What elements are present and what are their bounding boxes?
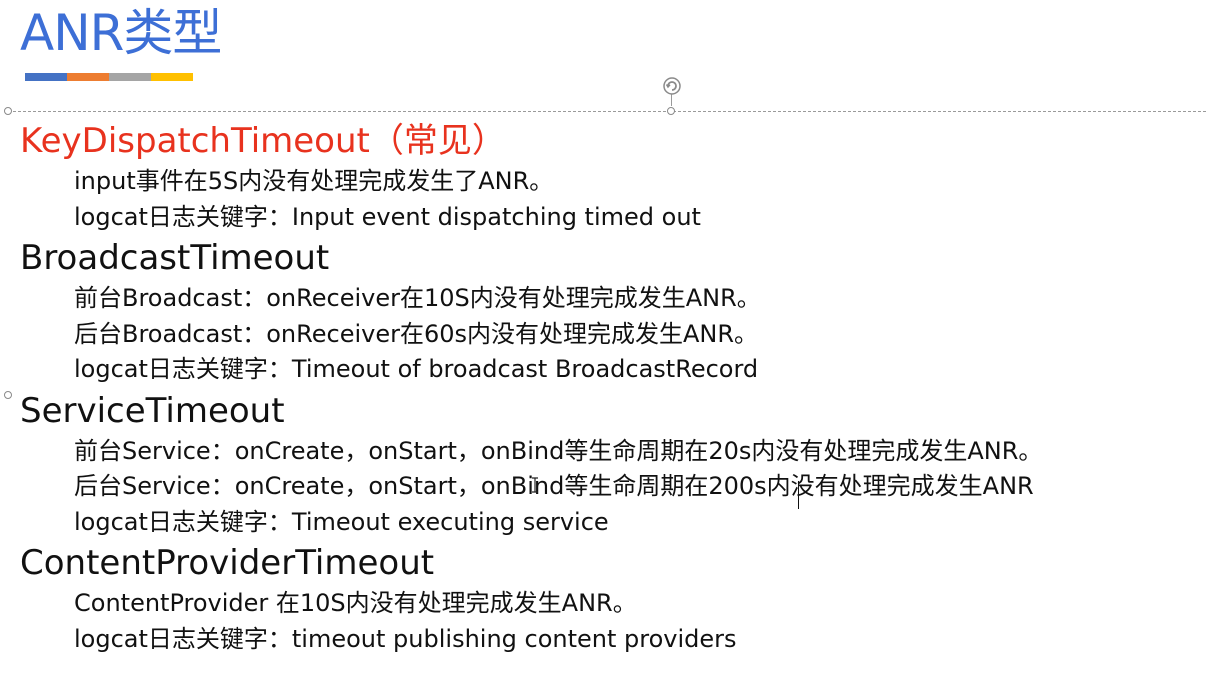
section-line[interactable]: ContentProvider 在10S内没有处理完成发生ANR。 (20, 586, 1206, 622)
section-heading[interactable]: ContentProviderTimeout (20, 540, 1206, 586)
section-key-dispatch-timeout: KeyDispatchTimeout（常见） input事件在5S内没有处理完成… (20, 118, 1206, 235)
section-line[interactable]: 后台Service：onCreate，onStart，onBind等生命周期在2… (20, 469, 1206, 505)
section-service-timeout: ServiceTimeout 前台Service：onCreate，onStar… (20, 388, 1206, 541)
title-accent-bar (25, 73, 193, 81)
rotate-icon[interactable] (662, 76, 682, 96)
accent-segment-blue (25, 73, 67, 81)
section-line[interactable]: logcat日志关键字：Timeout executing service (20, 505, 1206, 541)
section-line[interactable]: logcat日志关键字：Timeout of broadcast Broadca… (20, 352, 1206, 388)
slide-title[interactable]: ANR类型 (20, 2, 222, 64)
section-line[interactable]: 前台Service：onCreate，onStart，onBind等生命周期在2… (20, 434, 1206, 470)
section-broadcast-timeout: BroadcastTimeout 前台Broadcast：onReceiver在… (20, 235, 1206, 388)
accent-segment-gray (109, 73, 151, 81)
section-line[interactable]: 前台Broadcast：onReceiver在10S内没有处理完成发生ANR。 (20, 281, 1206, 317)
section-heading[interactable]: ServiceTimeout (20, 388, 1206, 434)
section-heading[interactable]: BroadcastTimeout (20, 235, 1206, 281)
resize-handle-top-middle[interactable] (667, 107, 675, 115)
textbox-content[interactable]: KeyDispatchTimeout（常见） input事件在5S内没有处理完成… (20, 118, 1206, 657)
section-line[interactable]: 后台Broadcast：onReceiver在60s内没有处理完成发生ANR。 (20, 317, 1206, 353)
resize-handle-middle-left[interactable] (4, 391, 12, 399)
resize-handle-top-left[interactable] (4, 107, 12, 115)
section-heading[interactable]: KeyDispatchTimeout（常见） (20, 118, 1206, 164)
accent-segment-orange (67, 73, 109, 81)
accent-segment-yellow (151, 73, 193, 81)
textbox-selection-border[interactable] (8, 111, 1206, 112)
section-content-provider-timeout: ContentProviderTimeout ContentProvider 在… (20, 540, 1206, 657)
section-line[interactable]: input事件在5S内没有处理完成发生了ANR。 (20, 164, 1206, 200)
section-line[interactable]: logcat日志关键字：timeout publishing content p… (20, 622, 1206, 658)
text-insertion-caret (798, 481, 799, 509)
text-ibeam-cursor-icon (532, 477, 538, 493)
section-line[interactable]: logcat日志关键字：Input event dispatching time… (20, 200, 1206, 236)
